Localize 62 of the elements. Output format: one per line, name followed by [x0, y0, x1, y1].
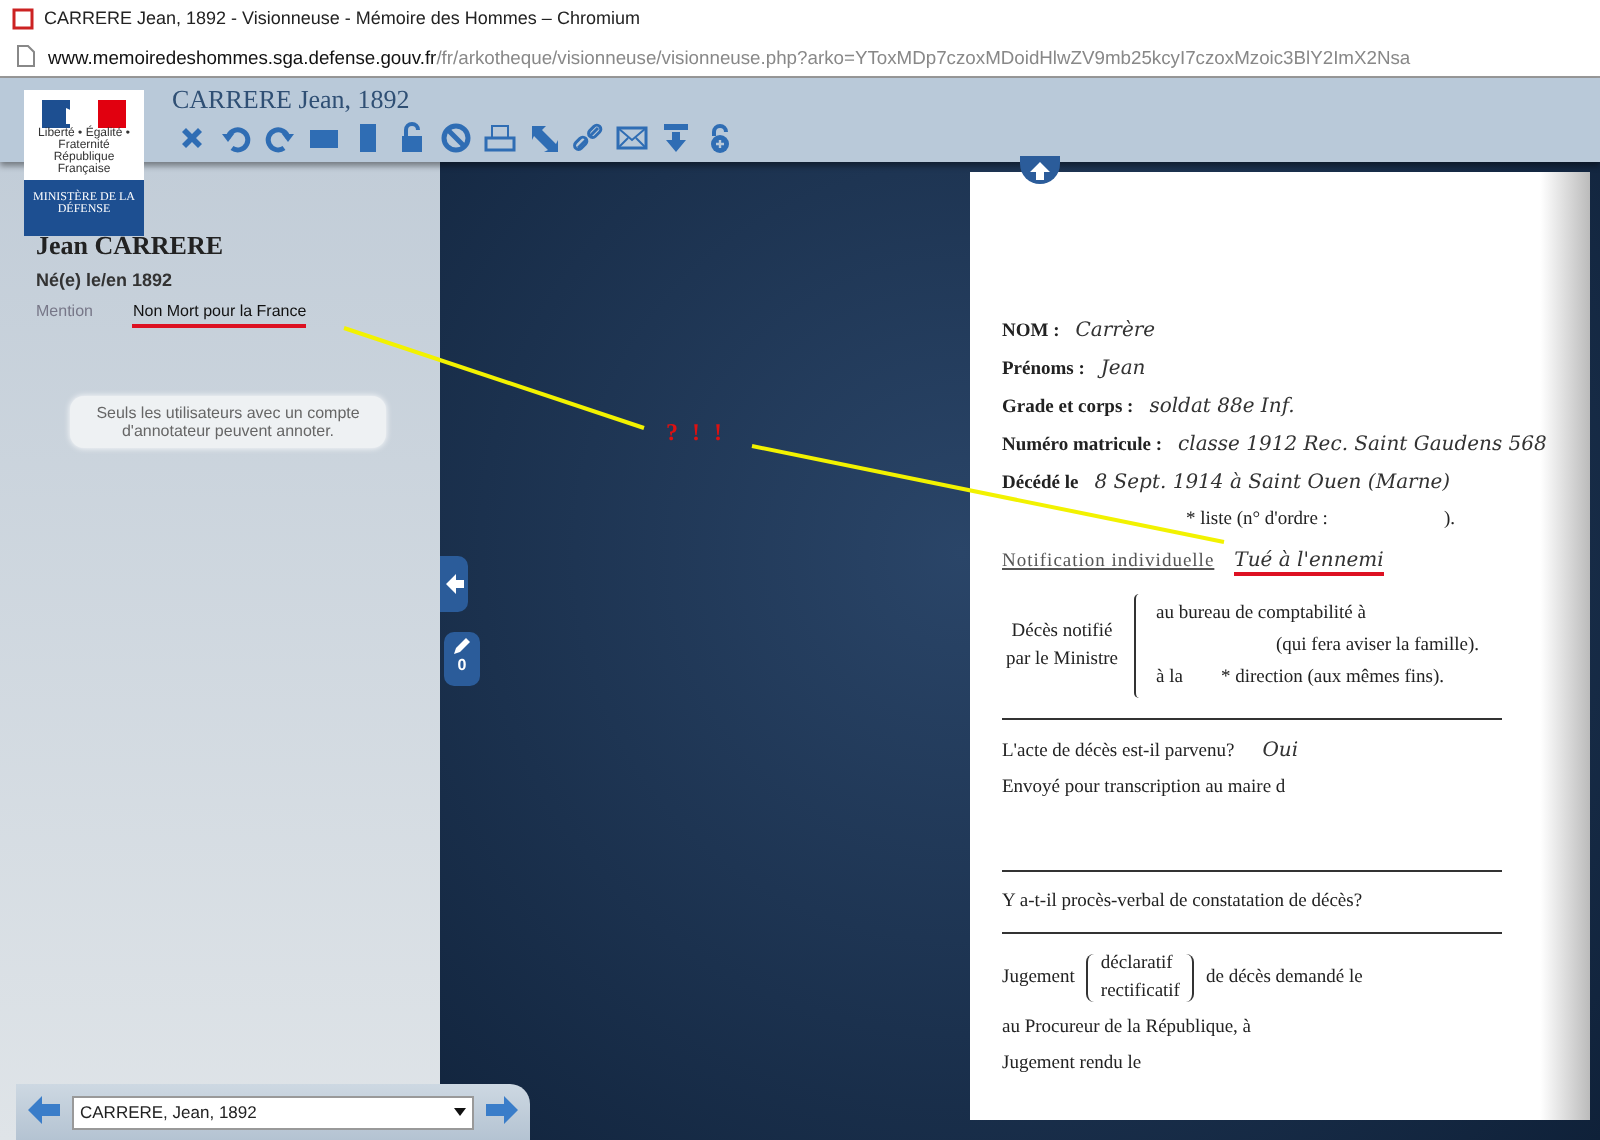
left-arrow-icon [445, 574, 463, 594]
form-label: * liste (n° d'ordre : [1186, 510, 1328, 530]
form-label: ). [1443, 510, 1455, 530]
download-icon [659, 122, 691, 154]
annotation-mark: ? ! ! [666, 418, 726, 448]
form-label: Envoyé pour transcription au maire d [1002, 778, 1288, 798]
form-label: déclaratif [1100, 954, 1175, 974]
handwritten-entry: Tué à l'ennemi [1234, 550, 1384, 576]
form-label: Prénoms : [1002, 360, 1085, 380]
print-icon [483, 122, 515, 154]
form-label: Notification individuelle [1002, 552, 1215, 572]
annotation-button[interactable]: 0 [444, 632, 480, 686]
address-bar[interactable]: www.memoiredeshommes.sga.defense.gouv.fr/fr/arkotheque/visionneuse/visionneuse.php?arko=YToxMDp7czoxMDoidHlwZV9mb25kcyI7czoxMzoic3BlY2ImX2Nsa [48, 45, 1411, 67]
next-button[interactable] [484, 1096, 520, 1128]
form-label: de décès demandé le [1205, 968, 1363, 988]
print-button[interactable] [480, 120, 518, 156]
form-label: Jugement [1002, 968, 1075, 988]
form-label: NOM : [1002, 322, 1060, 342]
handwritten-entry: classe 1912 Rec. Saint Gaudens 568 [1178, 434, 1547, 456]
previous-button[interactable] [26, 1096, 62, 1128]
form-label: Grade et corps : [1002, 398, 1134, 418]
link-icon [571, 122, 603, 154]
no-entry-button[interactable] [436, 120, 474, 156]
handwritten-entry: Jean [1100, 358, 1146, 380]
resize-arrow-icon [527, 122, 559, 154]
form-label: au bureau de comptabilité à [1156, 604, 1368, 624]
record-title: CARRERE Jean, 1892 [172, 84, 412, 116]
form-label: L'acte de décès est-il parvenu? [1002, 742, 1235, 762]
annotation-notice: Seuls les utilisateurs avec un compte d'annotateur peuvent annoter. [70, 396, 386, 448]
form-label: Décès notifié par le Ministre [1004, 620, 1120, 674]
pen-icon [452, 636, 472, 656]
up-arrow-icon [1030, 161, 1050, 179]
right-arrow-icon [486, 1096, 518, 1124]
form-label: Y a-t-il procès-verbal de constatation de décès? [1002, 892, 1365, 912]
no-entry-icon [439, 122, 471, 154]
person-name: Jean CARRERE [36, 230, 226, 262]
window-title: CARRERE Jean, 1892 - Visionneuse - Mémoire des Hommes – Chromium [44, 8, 640, 28]
handwritten-entry: soldat 88e Inf. [1149, 396, 1295, 418]
page-icon [12, 7, 34, 29]
form-label: Numéro matricule : [1002, 436, 1163, 456]
form-label: Jugement rendu le [1002, 1054, 1144, 1074]
flag-logo-icon [42, 100, 126, 128]
form-label: à la * direction (aux mêmes fins). [1156, 668, 1447, 688]
mail-icon [615, 122, 647, 154]
form-label: rectificatif [1100, 982, 1180, 1002]
mention-value: Non Mort pour la France [132, 302, 307, 328]
dropdown-caret-icon [454, 1108, 466, 1116]
left-arrow-icon [28, 1096, 60, 1124]
handwritten-entry: Oui [1262, 740, 1299, 762]
birth-year: Né(e) le/en 1892 [36, 270, 175, 290]
form-label: (qui fera aviser la famille). [1274, 636, 1480, 656]
mention-label: Mention [36, 302, 93, 324]
collapse-panel-button[interactable] [440, 556, 468, 612]
form-label: Décédé le [1002, 474, 1079, 494]
undo-icon [219, 122, 251, 154]
form-label: au Procureur de la République, à [1002, 1018, 1254, 1038]
link-button[interactable] [568, 120, 606, 156]
record-select[interactable]: CARRERE, Jean, 1892 [72, 1095, 474, 1129]
page-icon [16, 44, 36, 68]
redo-icon [263, 122, 295, 154]
handwritten-entry: 8 Sept. 1914 à Saint Ouen (Marne) [1094, 472, 1451, 494]
handwritten-entry: Carrère [1075, 320, 1156, 342]
